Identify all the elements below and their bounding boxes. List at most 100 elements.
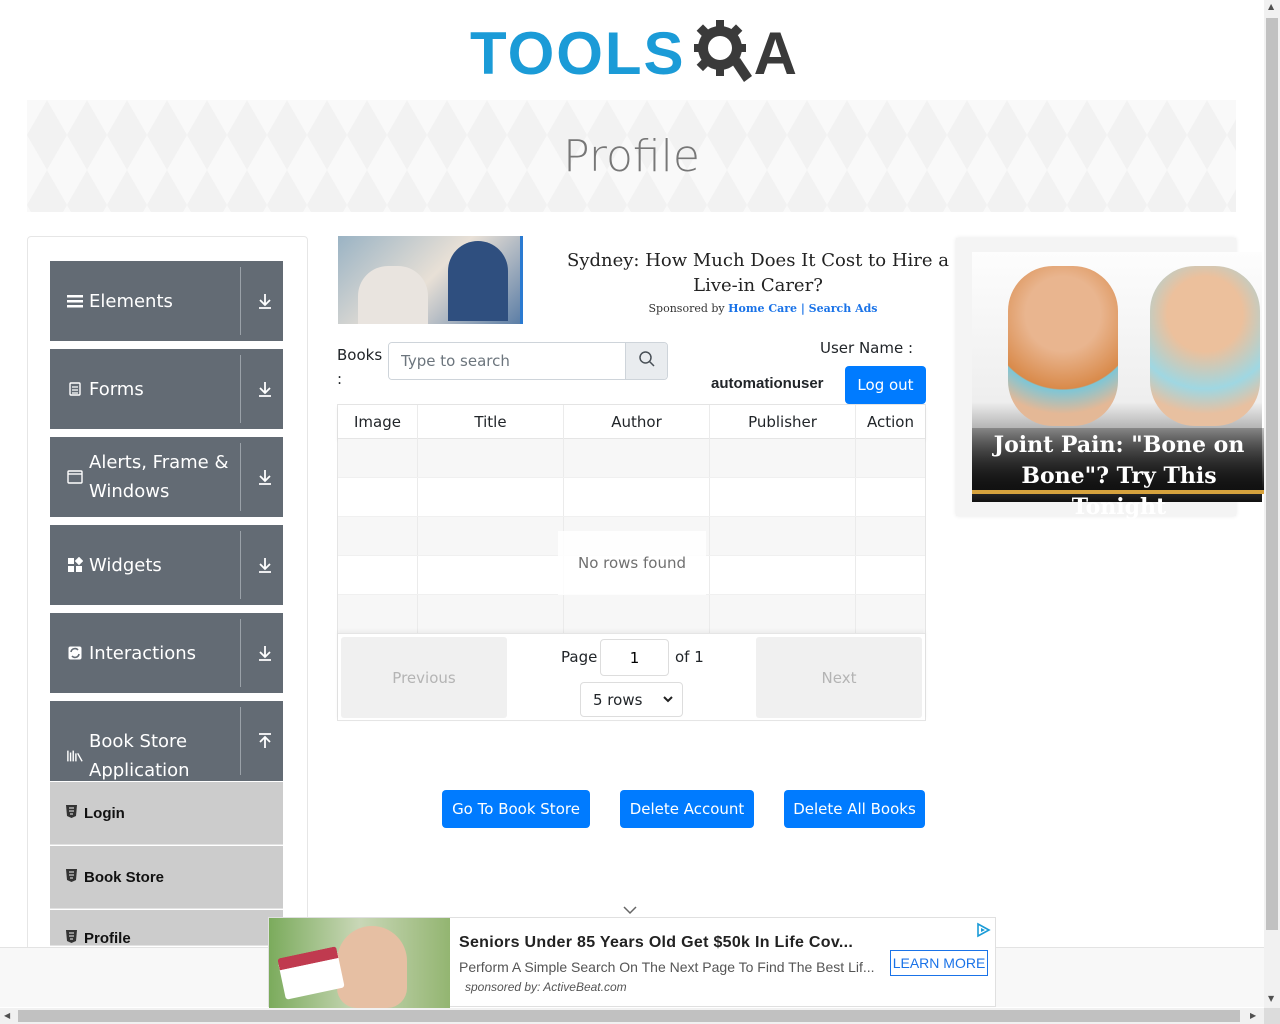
ad-photo-carer bbox=[448, 241, 508, 321]
chevron-down-icon bbox=[662, 692, 674, 710]
ad-sponsor-line: Sponsored by Home Care | Search Ads bbox=[560, 302, 966, 315]
sidebar-group-alerts[interactable]: Alerts, Frame & Windows bbox=[50, 437, 283, 517]
no-rows-message: No rows found bbox=[558, 531, 706, 595]
scroll-left-icon[interactable]: ◀ bbox=[4, 1011, 10, 1020]
page-number-input[interactable] bbox=[600, 639, 669, 676]
widgets-icon bbox=[67, 557, 83, 573]
right-ad-caption: Joint Pain: "Bone on Bone"? Try This Ton… bbox=[972, 428, 1266, 520]
ad-image[interactable] bbox=[338, 236, 523, 324]
toolsqa-logo[interactable]: TOOLS A bbox=[470, 14, 800, 94]
next-button[interactable]: Next bbox=[756, 637, 922, 718]
username-value: automationuser bbox=[711, 375, 824, 392]
search-button[interactable] bbox=[625, 343, 667, 379]
sidebar-group-label: Forms bbox=[89, 378, 144, 400]
form-icon bbox=[67, 382, 83, 396]
vertical-scrollbar[interactable]: ▲ ▼ bbox=[1264, 0, 1280, 1008]
sidebar-group-label: Elements bbox=[89, 290, 173, 312]
sidebar-item-label: Profile bbox=[84, 930, 131, 946]
scroll-right-icon[interactable]: ▶ bbox=[1250, 1011, 1256, 1020]
sidebar-item-book-store[interactable]: Book Store bbox=[50, 846, 283, 909]
books-table: Image Title Author Publisher Action No r… bbox=[337, 404, 926, 721]
divider bbox=[240, 531, 241, 599]
column-header-title[interactable]: Title bbox=[418, 405, 564, 439]
ad-photo-person bbox=[337, 926, 407, 1008]
logout-button[interactable]: Log out bbox=[845, 366, 926, 404]
books-icon bbox=[67, 749, 83, 763]
download-arrow-icon[interactable] bbox=[255, 525, 275, 605]
logo-suffix: A bbox=[753, 20, 797, 87]
rows-per-page-select[interactable]: 5 rows bbox=[580, 682, 683, 717]
scrollbar-thumb[interactable] bbox=[18, 1010, 1240, 1022]
divider bbox=[240, 443, 241, 511]
ad-sponsor-link[interactable]: Home Care | Search Ads bbox=[728, 302, 877, 315]
sidebar-group-label: Alerts, Frame & Windows bbox=[89, 452, 229, 502]
sidebar-group-label: Book Store Application bbox=[89, 731, 190, 781]
search-input[interactable] bbox=[389, 343, 625, 379]
bottom-ad[interactable]: Seniors Under 85 Years Old Get $50k In L… bbox=[268, 917, 996, 1008]
download-arrow-icon[interactable] bbox=[255, 437, 275, 517]
sidebar-group-elements[interactable]: Elements bbox=[50, 261, 283, 341]
delete-account-button[interactable]: Delete Account bbox=[620, 790, 754, 828]
download-arrow-icon[interactable] bbox=[255, 613, 275, 693]
interaction-icon bbox=[67, 646, 83, 660]
search-icon bbox=[638, 351, 655, 371]
sidebar-group-book-store[interactable]: Book Store Application bbox=[50, 701, 283, 781]
sidebar-item-label: Login bbox=[84, 804, 125, 822]
go-to-book-store-button[interactable]: Go To Book Store bbox=[442, 790, 590, 828]
username-label: User Name : bbox=[820, 339, 914, 357]
page-label: Page bbox=[561, 648, 598, 666]
ad-headline[interactable]: Sydney: How Much Does It Cost to Hire a … bbox=[558, 248, 958, 298]
column-header-action[interactable]: Action bbox=[856, 405, 925, 439]
html-file-icon bbox=[66, 869, 78, 885]
sidebar-group-interactions[interactable]: Interactions bbox=[50, 613, 283, 693]
bottom-ad-sponsor: sponsored by: ActiveBeat.com bbox=[465, 980, 627, 994]
table-header: Image Title Author Publisher Action bbox=[338, 405, 925, 439]
learn-more-button[interactable]: LEARN MORE bbox=[890, 950, 988, 976]
html-file-icon bbox=[66, 930, 78, 945]
divider bbox=[240, 267, 241, 335]
scroll-up-icon[interactable]: ▲ bbox=[1268, 2, 1274, 11]
sidebar-group-label: Interactions bbox=[89, 642, 197, 664]
horizontal-scrollbar[interactable]: ◀ ▶ bbox=[0, 1008, 1264, 1024]
sidebar-group-label: Widgets bbox=[89, 554, 162, 576]
sidebar-group-widgets[interactable]: Widgets bbox=[50, 525, 283, 605]
bottom-ad-subtext: Perform A Simple Search On The Next Page… bbox=[459, 959, 875, 975]
upload-arrow-icon[interactable] bbox=[255, 701, 275, 781]
scrollbar-corner bbox=[1264, 1008, 1280, 1024]
rows-per-page-value: 5 rows bbox=[593, 690, 643, 709]
column-header-image[interactable]: Image bbox=[338, 405, 418, 439]
logo-text: TOOLS bbox=[470, 20, 686, 87]
ad-photo-card bbox=[277, 946, 345, 1000]
adchoices-icon[interactable] bbox=[975, 922, 991, 942]
knee-joint-illustration bbox=[1008, 266, 1118, 426]
column-header-author[interactable]: Author bbox=[564, 405, 710, 439]
divider bbox=[240, 707, 241, 775]
sidebar-group-forms[interactable]: Forms bbox=[50, 349, 283, 429]
window-icon bbox=[67, 470, 83, 484]
sidebar-item-login[interactable]: Login bbox=[50, 782, 283, 845]
previous-button[interactable]: Previous bbox=[341, 637, 507, 718]
right-ad[interactable]: Joint Pain: "Bone on Bone"? Try This Ton… bbox=[956, 238, 1266, 520]
delete-all-books-button[interactable]: Delete All Books bbox=[784, 790, 925, 828]
column-header-publisher[interactable]: Publisher bbox=[710, 405, 856, 439]
sidebar: Elements Forms Alerts, Frame & Windows W… bbox=[27, 236, 308, 956]
page-title: Profile bbox=[563, 130, 700, 182]
sidebar-item-label: Book Store bbox=[84, 868, 165, 886]
gear-magnifier-icon bbox=[690, 16, 754, 92]
sidebar-item-profile[interactable]: Profile bbox=[50, 910, 283, 946]
page-total: of 1 bbox=[675, 648, 704, 666]
table-row bbox=[338, 595, 925, 634]
table-body: No rows found bbox=[338, 439, 925, 634]
scrollbar-thumb[interactable] bbox=[1266, 18, 1278, 930]
divider bbox=[240, 355, 241, 423]
divider bbox=[240, 619, 241, 687]
download-arrow-icon[interactable] bbox=[255, 261, 275, 341]
search-box bbox=[388, 342, 668, 380]
scroll-down-icon[interactable]: ▼ bbox=[1268, 994, 1274, 1003]
table-row bbox=[338, 439, 925, 478]
books-label: Books : bbox=[337, 346, 383, 388]
ad-sponsored-by: Sponsored by bbox=[648, 302, 725, 315]
ad-photo-person bbox=[358, 266, 428, 324]
ad-photo bbox=[269, 918, 450, 1008]
download-arrow-icon[interactable] bbox=[255, 349, 275, 429]
